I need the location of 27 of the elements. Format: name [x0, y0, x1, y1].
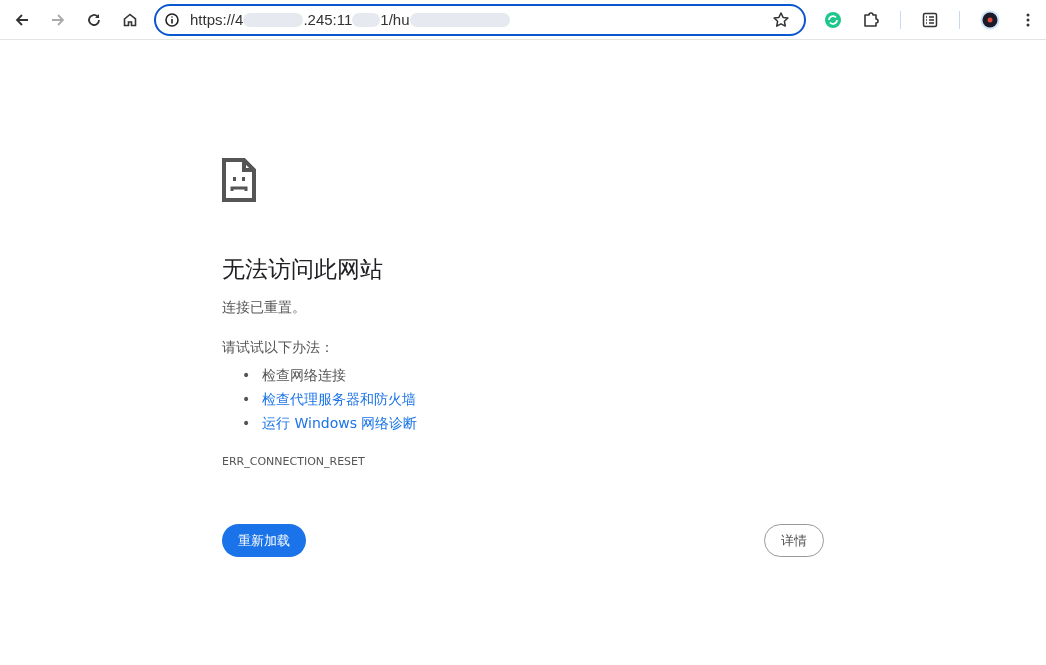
bullet: •	[242, 390, 252, 409]
redaction-blur	[352, 12, 381, 27]
sad-page-icon	[222, 158, 256, 202]
info-icon[interactable]	[164, 11, 180, 28]
suggestion-link[interactable]: 运行 Windows 网络诊断	[262, 411, 418, 435]
suggestion-text: 检查网络连接	[262, 366, 346, 385]
bullet: •	[242, 366, 252, 385]
profile-avatar-icon[interactable]	[980, 9, 1000, 30]
home-icon[interactable]	[122, 11, 138, 28]
url-text: .245:11	[303, 11, 353, 28]
back-icon[interactable]	[14, 11, 30, 28]
extensions-icon[interactable]	[862, 10, 880, 29]
star-icon[interactable]	[772, 10, 790, 29]
suggestion-heading: 请试试以下办法：	[222, 339, 335, 357]
reload-button[interactable]: 重新加载	[222, 524, 306, 557]
error-code: ERR_CONNECTION_RESET	[222, 455, 366, 468]
suggestion-link[interactable]: 检查代理服务器和防火墙	[262, 387, 416, 411]
url-text: https://4	[190, 11, 244, 28]
url-text: 1/hu	[380, 11, 410, 28]
redaction-blur	[243, 12, 304, 27]
details-button[interactable]: 详情	[764, 524, 824, 557]
error-title: 无法访问此网站	[222, 255, 384, 284]
reading-list-icon[interactable]	[921, 10, 939, 29]
reload-icon[interactable]	[86, 11, 102, 28]
address-bar[interactable]: https://4 .245:11 1/hu	[154, 3, 806, 36]
bullet: •	[242, 414, 252, 433]
error-message: 连接已重置。	[222, 299, 307, 317]
